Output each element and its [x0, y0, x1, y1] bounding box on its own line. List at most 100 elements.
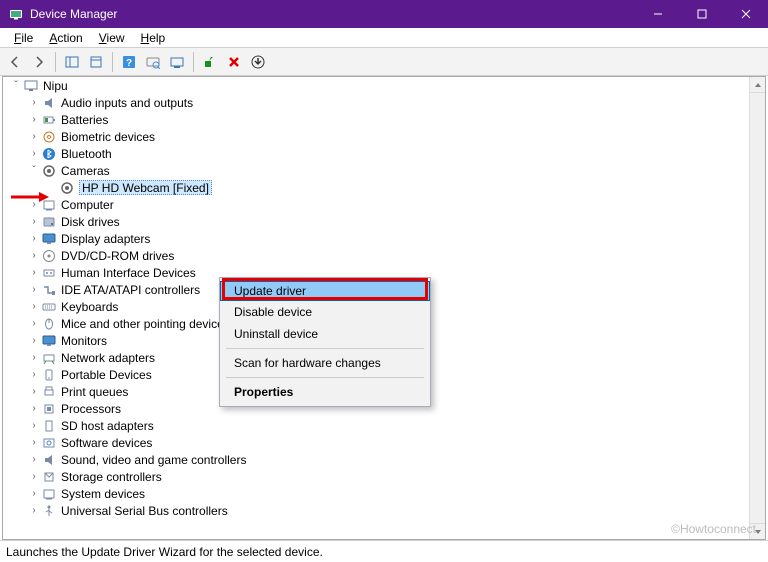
tree-node-label: Software devices	[61, 436, 152, 450]
tree-node[interactable]: › Batteries	[3, 111, 749, 128]
cm-properties[interactable]: Properties	[220, 381, 430, 403]
menu-action[interactable]: Action	[41, 29, 90, 47]
device-category-icon	[41, 265, 57, 281]
show-hide-console-button[interactable]	[61, 51, 83, 73]
tree-node[interactable]: ›Sound, video and game controllers	[3, 451, 749, 468]
device-category-icon	[41, 384, 57, 400]
device-category-icon	[41, 282, 57, 298]
update-driver-button[interactable]	[166, 51, 188, 73]
tree-node[interactable]: › Bluetooth	[3, 145, 749, 162]
tree-node-label: Print queues	[61, 385, 128, 399]
scroll-up-button[interactable]	[750, 77, 765, 93]
tree-root-label: Nipu	[43, 79, 68, 93]
chevron-right-icon[interactable]: ›	[27, 352, 41, 363]
tree-node-label: Batteries	[61, 113, 108, 127]
tree-node[interactable]: › Software devices	[3, 434, 749, 451]
tree-node[interactable]: › Audio inputs and outputs	[3, 94, 749, 111]
chevron-right-icon[interactable]: ›	[27, 233, 41, 244]
tree-node-label: SD host adapters	[61, 419, 154, 433]
tree-root[interactable]: ˇ Nipu	[3, 77, 749, 94]
chevron-right-icon[interactable]: ›	[27, 505, 41, 516]
device-category-icon	[41, 333, 57, 349]
tree-node-label: Audio inputs and outputs	[61, 96, 193, 110]
install-legacy-button[interactable]	[247, 51, 269, 73]
tree-node-label: Human Interface Devices	[61, 266, 196, 280]
device-category-icon	[41, 95, 57, 111]
tree-node-label: Universal Serial Bus controllers	[61, 504, 228, 518]
chevron-right-icon[interactable]: ›	[27, 488, 41, 499]
chevron-right-icon[interactable]: ›	[27, 97, 41, 108]
tree-node-label: Mice and other pointing devices	[61, 317, 230, 331]
device-category-icon	[41, 146, 57, 162]
arrow-annotation-icon	[11, 190, 49, 204]
tree-node-label: Cameras	[61, 164, 110, 178]
maximize-button[interactable]	[680, 0, 724, 28]
uninstall-button[interactable]	[223, 51, 245, 73]
chevron-right-icon[interactable]: ›	[27, 250, 41, 261]
tree-node-label: Computer	[61, 198, 114, 212]
tree-node-label: Monitors	[61, 334, 107, 348]
tree-node-camera-child[interactable]: HP HD Webcam [Fixed]	[3, 179, 749, 196]
context-menu-separator	[226, 348, 424, 349]
menu-help[interactable]: Help	[133, 29, 174, 47]
tree-panel: ˇ Nipu › Audio inputs and outputs › Batteri…	[2, 76, 766, 540]
tree-node-label: Bluetooth	[61, 147, 112, 161]
watermark: ©Howtoconnect	[671, 522, 756, 536]
chevron-right-icon[interactable]: ›	[27, 284, 41, 295]
cm-update-driver[interactable]: Update driver	[220, 281, 430, 301]
chevron-right-icon[interactable]: ›	[27, 216, 41, 227]
forward-button[interactable]	[28, 51, 50, 73]
tree-node[interactable]: ˇ Cameras	[3, 162, 749, 179]
close-button[interactable]	[724, 0, 768, 28]
menubar: File Action View Help	[0, 28, 768, 48]
chevron-right-icon[interactable]: ›	[27, 267, 41, 278]
minimize-button[interactable]	[636, 0, 680, 28]
tree-node[interactable]: ›Display adapters	[3, 230, 749, 247]
tree-node-label: Processors	[61, 402, 121, 416]
tree-node-label: DVD/CD-ROM drives	[61, 249, 174, 263]
tree-node[interactable]: ›Biometric devices	[3, 128, 749, 145]
chevron-right-icon[interactable]: ›	[27, 471, 41, 482]
tree-node[interactable]: › Universal Serial Bus controllers	[3, 502, 749, 519]
toolbar-separator	[193, 52, 194, 72]
help-button[interactable]: ?	[118, 51, 140, 73]
chevron-right-icon[interactable]: ›	[27, 369, 41, 380]
menu-file[interactable]: File	[6, 29, 41, 47]
chevron-right-icon[interactable]: ›	[27, 454, 41, 465]
enable-device-button[interactable]	[199, 51, 221, 73]
chevron-right-icon[interactable]: ›	[27, 386, 41, 397]
tree-node-label: Disk drives	[61, 215, 120, 229]
statusbar-text: Launches the Update Driver Wizard for th…	[6, 545, 323, 559]
vertical-scrollbar[interactable]	[749, 77, 765, 539]
tree-node[interactable]: › Disk drives	[3, 213, 749, 230]
chevron-right-icon[interactable]: ›	[27, 301, 41, 312]
cm-scan-hardware[interactable]: Scan for hardware changes	[220, 352, 430, 374]
cm-disable-device[interactable]: Disable device	[220, 301, 430, 323]
chevron-down-icon[interactable]: ˇ	[9, 80, 23, 91]
tree-node[interactable]: ›System devices	[3, 485, 749, 502]
tree-node[interactable]: ›Computer	[3, 196, 749, 213]
tree-node[interactable]: › DVD/CD-ROM drives	[3, 247, 749, 264]
back-button[interactable]	[4, 51, 26, 73]
toolbar: ?	[0, 48, 768, 76]
chevron-right-icon[interactable]: ›	[27, 114, 41, 125]
context-menu-separator	[226, 377, 424, 378]
chevron-right-icon[interactable]: ›	[27, 437, 41, 448]
chevron-right-icon[interactable]: ›	[27, 148, 41, 159]
device-manager-icon	[8, 6, 24, 22]
chevron-right-icon[interactable]: ›	[27, 420, 41, 431]
menu-view[interactable]: View	[91, 29, 133, 47]
chevron-right-icon[interactable]: ›	[27, 335, 41, 346]
tree-node[interactable]: › SD host adapters	[3, 417, 749, 434]
properties-button[interactable]	[85, 51, 107, 73]
chevron-right-icon[interactable]: ›	[27, 318, 41, 329]
tree-node[interactable]: ›Storage controllers	[3, 468, 749, 485]
chevron-right-icon[interactable]: ›	[27, 131, 41, 142]
cm-uninstall-device[interactable]: Uninstall device	[220, 323, 430, 345]
device-category-icon	[41, 401, 57, 417]
toolbar-separator	[112, 52, 113, 72]
chevron-right-icon[interactable]: ›	[27, 403, 41, 414]
scan-hardware-button[interactable]	[142, 51, 164, 73]
device-category-icon	[41, 248, 57, 264]
chevron-down-icon[interactable]: ˇ	[27, 165, 41, 176]
